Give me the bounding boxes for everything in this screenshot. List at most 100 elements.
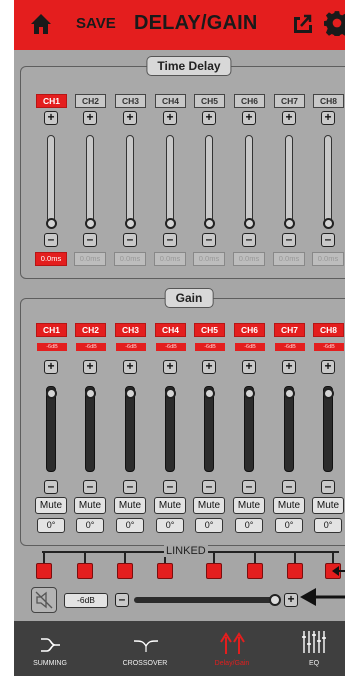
delay-ch1-slider-knob[interactable] (46, 218, 57, 229)
gain-ch8-slider-knob[interactable] (323, 388, 334, 399)
delay-ch7-minus-button[interactable]: – (282, 233, 296, 247)
gain-ch3-phase-button[interactable]: 0° (116, 518, 144, 533)
gain-ch1-mute-button[interactable]: Mute (35, 497, 67, 514)
delay-ch6-minus-button[interactable]: – (242, 233, 256, 247)
link-ch3-toggle[interactable] (117, 563, 133, 579)
gain-ch4-mute-button[interactable]: Mute (154, 497, 186, 514)
delay-ch3-plus-button[interactable]: + (123, 111, 137, 125)
delay-ch5-minus-button[interactable]: – (202, 233, 216, 247)
link-ch2-toggle[interactable] (77, 563, 93, 579)
master-slider[interactable] (134, 597, 277, 603)
gain-ch2-slider-knob[interactable] (85, 388, 96, 399)
gain-ch8-plus-button[interactable]: + (321, 360, 335, 374)
gain-ch5-slider-knob[interactable] (204, 388, 215, 399)
delay-ch6-plus-button[interactable]: + (242, 111, 256, 125)
gain-ch4-phase-button[interactable]: 0° (156, 518, 184, 533)
gain-ch6-button[interactable]: CH6 (234, 323, 265, 337)
gain-ch8-mute-button[interactable]: Mute (312, 497, 344, 514)
gain-ch1-minus-button[interactable]: – (44, 480, 58, 494)
link-ch5-toggle[interactable] (206, 563, 222, 579)
delay-ch4-slider-knob[interactable] (165, 218, 176, 229)
delay-ch1-button[interactable]: CH1 (36, 94, 67, 108)
gain-ch7-button[interactable]: CH7 (274, 323, 305, 337)
gain-ch7-plus-button[interactable]: + (282, 360, 296, 374)
link-ch7-toggle[interactable] (287, 563, 303, 579)
gain-ch4-button[interactable]: CH4 (155, 323, 186, 337)
gain-ch3-mute-button[interactable]: Mute (114, 497, 146, 514)
delay-ch1-minus-button[interactable]: – (44, 233, 58, 247)
delay-ch2-slider-knob[interactable] (85, 218, 96, 229)
link-ch1-toggle[interactable] (36, 563, 52, 579)
gain-ch1-button[interactable]: CH1 (36, 323, 67, 337)
gain-ch6-plus-button[interactable]: + (242, 360, 256, 374)
delay-ch8-value[interactable]: 0.0ms (312, 252, 344, 266)
speaker-icon[interactable] (31, 587, 57, 613)
delay-ch7-slider-knob[interactable] (284, 218, 295, 229)
gain-ch6-mute-button[interactable]: Mute (233, 497, 265, 514)
link-ch6-toggle[interactable] (247, 563, 263, 579)
delay-ch4-button[interactable]: CH4 (155, 94, 186, 108)
gain-ch6-phase-button[interactable]: 0° (235, 518, 263, 533)
delay-ch4-minus-button[interactable]: – (163, 233, 177, 247)
gain-ch2-plus-button[interactable]: + (83, 360, 97, 374)
delay-ch2-plus-button[interactable]: + (83, 111, 97, 125)
gain-ch1-slider-knob[interactable] (46, 388, 57, 399)
delay-ch8-slider[interactable] (324, 135, 332, 223)
delay-ch3-button[interactable]: CH3 (115, 94, 146, 108)
gain-ch1-plus-button[interactable]: + (44, 360, 58, 374)
gain-ch6-slider-knob[interactable] (244, 388, 255, 399)
gain-ch3-minus-button[interactable]: – (123, 480, 137, 494)
delay-ch7-value[interactable]: 0.0ms (273, 252, 305, 266)
delay-ch1-value[interactable]: 0.0ms (35, 252, 67, 266)
master-slider-knob[interactable] (269, 594, 281, 606)
nav-crossover[interactable]: CROSSOVER (114, 621, 176, 676)
delay-ch6-value[interactable]: 0.0ms (233, 252, 265, 266)
delay-ch4-slider[interactable] (166, 135, 174, 223)
gain-ch5-mute-button[interactable]: Mute (193, 497, 225, 514)
delay-ch6-slider-knob[interactable] (244, 218, 255, 229)
delay-ch8-minus-button[interactable]: – (321, 233, 335, 247)
save-button[interactable]: SAVE (76, 15, 116, 32)
master-minus-button[interactable]: – (115, 593, 129, 607)
delay-ch7-button[interactable]: CH7 (274, 94, 305, 108)
delay-ch7-plus-button[interactable]: + (282, 111, 296, 125)
home-icon[interactable] (29, 12, 53, 36)
delay-ch3-slider[interactable] (126, 135, 134, 223)
delay-ch2-button[interactable]: CH2 (75, 94, 106, 108)
gain-ch5-minus-button[interactable]: – (202, 480, 216, 494)
link-ch4-toggle[interactable] (157, 563, 173, 579)
gain-ch4-plus-button[interactable]: + (163, 360, 177, 374)
gain-ch7-phase-button[interactable]: 0° (275, 518, 303, 533)
gain-ch3-slider-knob[interactable] (125, 388, 136, 399)
gain-ch3-button[interactable]: CH3 (115, 323, 146, 337)
delay-ch8-plus-button[interactable]: + (321, 111, 335, 125)
gain-ch2-mute-button[interactable]: Mute (74, 497, 106, 514)
delay-ch5-value[interactable]: 0.0ms (193, 252, 225, 266)
gain-ch4-minus-button[interactable]: – (163, 480, 177, 494)
nav-delay-gain[interactable]: Delay/Gain (202, 621, 262, 676)
delay-ch1-slider[interactable] (47, 135, 55, 223)
gear-icon[interactable] (324, 10, 345, 36)
gain-ch4-slider-knob[interactable] (165, 388, 176, 399)
delay-ch8-button[interactable]: CH8 (313, 94, 344, 108)
gain-ch2-button[interactable]: CH2 (75, 323, 106, 337)
delay-ch4-value[interactable]: 0.0ms (154, 252, 186, 266)
gain-ch1-phase-button[interactable]: 0° (37, 518, 65, 533)
gain-ch2-phase-button[interactable]: 0° (76, 518, 104, 533)
delay-ch5-slider[interactable] (205, 135, 213, 223)
delay-ch7-slider[interactable] (285, 135, 293, 223)
gain-ch2-minus-button[interactable]: – (83, 480, 97, 494)
gain-ch7-slider-knob[interactable] (284, 388, 295, 399)
gain-ch8-phase-button[interactable]: 0° (314, 518, 342, 533)
export-icon[interactable] (291, 11, 315, 35)
gain-ch7-mute-button[interactable]: Mute (273, 497, 305, 514)
gain-ch3-plus-button[interactable]: + (123, 360, 137, 374)
delay-ch1-plus-button[interactable]: + (44, 111, 58, 125)
delay-ch3-slider-knob[interactable] (125, 218, 136, 229)
gain-ch8-button[interactable]: CH8 (313, 323, 344, 337)
gain-ch6-minus-button[interactable]: – (242, 480, 256, 494)
nav-eq[interactable]: EQ (289, 621, 339, 676)
delay-ch6-slider[interactable] (245, 135, 253, 223)
delay-ch5-slider-knob[interactable] (204, 218, 215, 229)
delay-ch5-plus-button[interactable]: + (202, 111, 216, 125)
